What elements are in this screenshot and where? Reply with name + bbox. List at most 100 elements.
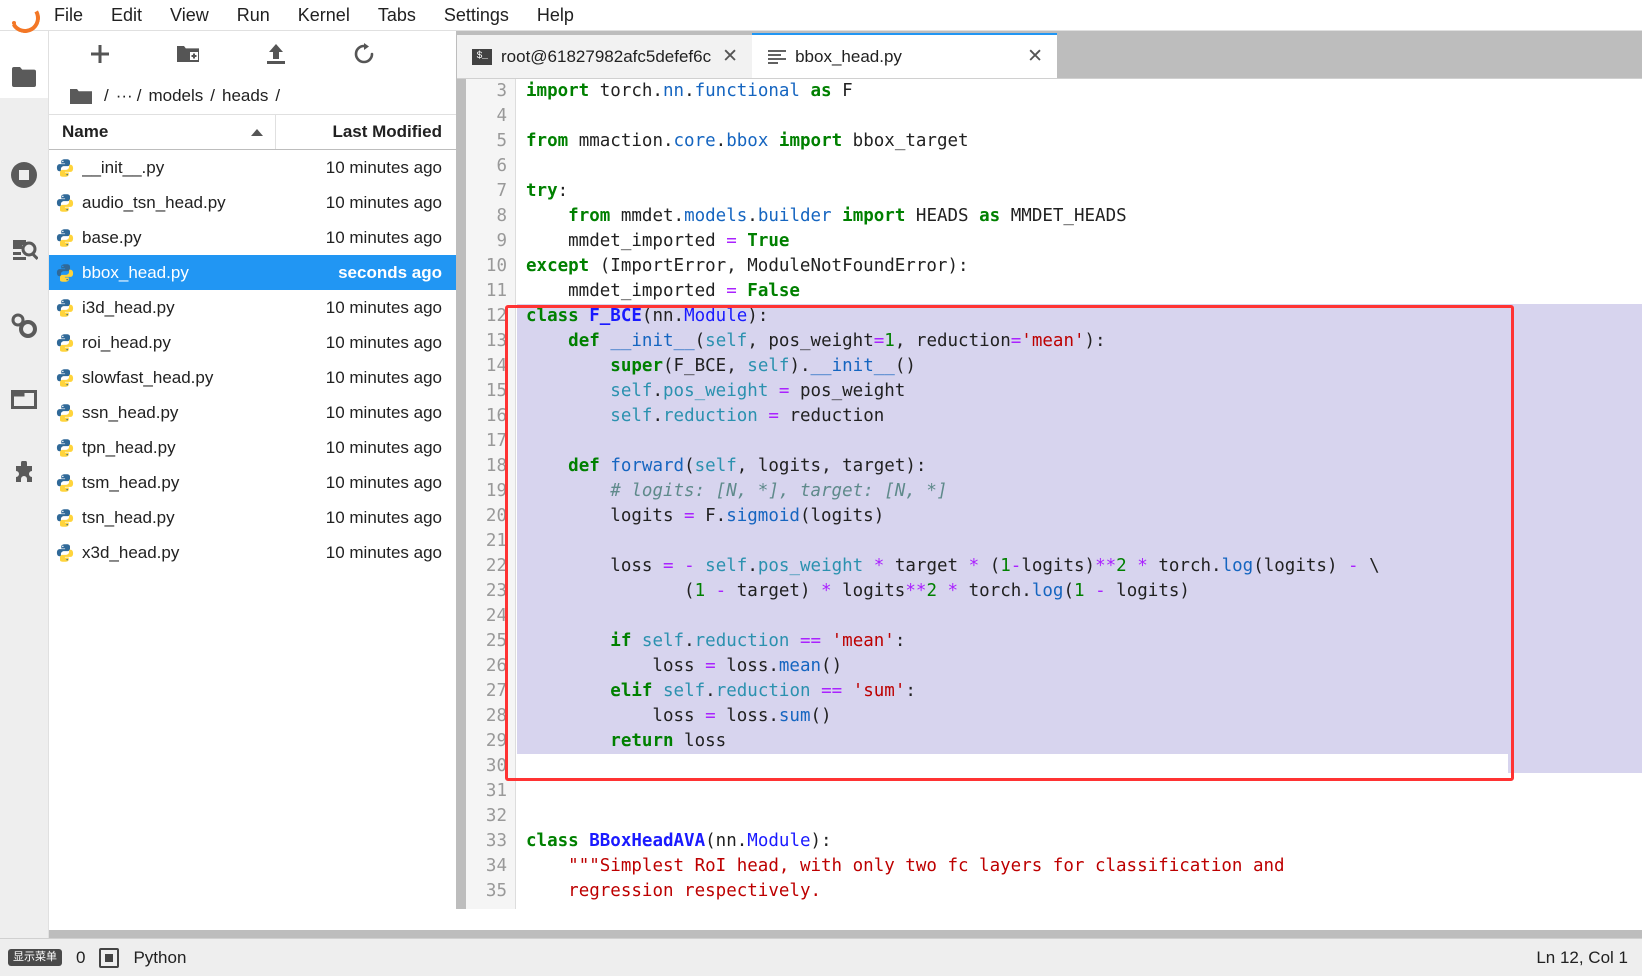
line-number: 11 xyxy=(485,281,507,301)
folder-icon[interactable] xyxy=(70,87,92,105)
file-row[interactable]: bbox_head.py seconds ago xyxy=(48,255,456,290)
file-row[interactable]: slowfast_head.py 10 minutes ago xyxy=(48,360,456,395)
jupyterlab-window: File Edit View Run Kernel Tabs Settings … xyxy=(0,0,1642,976)
code-line[interactable]: regression respectively. xyxy=(517,879,1642,904)
code-line[interactable]: self.reduction = reduction xyxy=(517,404,1642,429)
new-launcher-button[interactable] xyxy=(56,34,144,74)
code-line[interactable] xyxy=(517,529,1642,554)
file-row[interactable]: tpn_head.py 10 minutes ago xyxy=(48,430,456,465)
line-number: 19 xyxy=(485,481,507,501)
line-number: 31 xyxy=(485,781,507,801)
code-line[interactable]: super(F_BCE, self).__init__() xyxy=(517,354,1642,379)
file-row[interactable]: roi_head.py 10 minutes ago xyxy=(48,325,456,360)
file-row[interactable]: base.py 10 minutes ago xyxy=(48,220,456,255)
column-header-last-modified[interactable]: Last Modified xyxy=(276,122,456,142)
line-number: 29 xyxy=(485,731,507,751)
code-line[interactable]: loss = loss.mean() xyxy=(517,654,1642,679)
code-line[interactable]: (1 - target) * logits**2 * torch.log(1 -… xyxy=(517,579,1642,604)
refresh-button[interactable] xyxy=(320,34,408,74)
jupyter-logo-icon xyxy=(0,0,44,37)
menu-settings[interactable]: Settings xyxy=(430,1,523,29)
file-name: base.py xyxy=(82,227,142,247)
tab-bbox-head-py[interactable]: bbox_head.py ✕ xyxy=(752,33,1058,78)
editor-left-scrollbar[interactable] xyxy=(456,79,466,909)
code-line[interactable] xyxy=(517,104,1642,129)
kernel-chip-icon[interactable] xyxy=(99,947,120,968)
code-line[interactable] xyxy=(517,154,1642,179)
code-line[interactable]: class BBoxHeadAVA(nn.Module): xyxy=(517,829,1642,854)
code-line[interactable] xyxy=(517,429,1642,454)
code-line[interactable]: loss = loss.sum() xyxy=(517,704,1642,729)
kernel-name[interactable]: Python xyxy=(133,948,186,968)
code-line[interactable]: mmdet_imported = False xyxy=(517,279,1642,304)
code-content[interactable]: import torch.nn.functional as F from mmac… xyxy=(517,79,1642,909)
line-number: 8 xyxy=(496,206,507,226)
line-number: 35 xyxy=(485,881,507,901)
file-row[interactable]: ssn_head.py 10 minutes ago xyxy=(48,395,456,430)
code-line[interactable]: import torch.nn.functional as F xyxy=(517,79,1642,104)
file-row[interactable]: tsm_head.py 10 minutes ago xyxy=(48,465,456,500)
file-modified: 10 minutes ago xyxy=(325,472,442,492)
document-search-icon[interactable] xyxy=(0,226,48,276)
file-name: __init__.py xyxy=(82,157,165,177)
file-row[interactable]: i3d_head.py 10 minutes ago xyxy=(48,290,456,325)
file-browser-icon[interactable] xyxy=(0,52,48,102)
code-line[interactable] xyxy=(517,754,1642,779)
code-line[interactable]: def __init__(self, pos_weight=1, reducti… xyxy=(517,329,1642,354)
sort-ascending-icon xyxy=(251,128,263,136)
line-number: 34 xyxy=(485,856,507,876)
tab-terminal[interactable]: $_ root@61827982afc5defef6c ✕ xyxy=(456,35,753,78)
code-line[interactable]: return loss xyxy=(517,729,1642,754)
code-line[interactable]: if self.reduction == 'mean': xyxy=(517,629,1642,654)
open-tabs-icon[interactable] xyxy=(0,374,48,424)
file-row[interactable]: __init__.py 10 minutes ago xyxy=(48,150,456,185)
code-editor[interactable]: 3 4 5 6 7 8 9 10 11 12 13 14 15 16 17 18 19 20 21 22 23 24 25 2… xyxy=(456,78,1642,909)
code-line[interactable]: """Simplest RoI head, with only two fc l… xyxy=(517,854,1642,879)
code-line[interactable]: logits = F.sigmoid(logits) xyxy=(517,504,1642,529)
line-number: 15 xyxy=(485,381,507,401)
code-line[interactable]: elif self.reduction == 'sum': xyxy=(517,679,1642,704)
code-line[interactable] xyxy=(517,779,1642,804)
new-folder-button[interactable] xyxy=(144,34,232,74)
breadcrumb-heads[interactable]: heads xyxy=(218,86,272,106)
menu-tabs[interactable]: Tabs xyxy=(364,1,430,29)
file-row[interactable]: x3d_head.py 10 minutes ago xyxy=(48,535,456,570)
code-line[interactable]: loss = - self.pos_weight * target * (1-l… xyxy=(517,554,1642,579)
code-line[interactable] xyxy=(517,804,1642,829)
code-line[interactable]: except (ImportError, ModuleNotFoundError… xyxy=(517,254,1642,279)
menu-help[interactable]: Help xyxy=(523,1,588,29)
line-number: 6 xyxy=(496,156,507,176)
code-line[interactable]: # logits: [N, *], target: [N, *] xyxy=(517,479,1642,504)
extension-manager-icon[interactable] xyxy=(0,450,48,500)
file-list-header: Name Last Modified xyxy=(48,114,456,150)
menu-run[interactable]: Run xyxy=(223,1,284,29)
code-line[interactable]: try: xyxy=(517,179,1642,204)
breadcrumb-ellipsis[interactable]: ··· xyxy=(115,86,134,106)
code-line[interactable]: mmdet_imported = True xyxy=(517,229,1642,254)
menu-file[interactable]: File xyxy=(40,1,97,29)
cursor-position[interactable]: Ln 12, Col 1 xyxy=(1536,948,1642,968)
code-line[interactable]: from mmaction.core.bbox import bbox_targ… xyxy=(517,129,1642,154)
code-line[interactable] xyxy=(517,604,1642,629)
terminal-count[interactable]: 0 xyxy=(76,948,85,968)
upload-button[interactable] xyxy=(232,34,320,74)
tab-terminal-close-icon[interactable]: ✕ xyxy=(720,47,740,66)
file-row[interactable]: tsn_head.py 10 minutes ago xyxy=(48,500,456,535)
code-line[interactable]: from mmdet.models.builder import HEADS a… xyxy=(517,204,1642,229)
column-header-name[interactable]: Name xyxy=(48,115,276,149)
file-modified: 10 minutes ago xyxy=(325,402,442,422)
menu-kernel[interactable]: Kernel xyxy=(284,1,364,29)
settings-gears-icon[interactable] xyxy=(0,300,48,350)
running-terminals-icon[interactable] xyxy=(0,150,48,200)
ime-show-menu-badge[interactable]: 显示菜单 xyxy=(8,949,62,966)
breadcrumb-models[interactable]: models xyxy=(144,86,207,106)
code-line[interactable]: def forward(self, logits, target): xyxy=(517,454,1642,479)
breadcrumb-root[interactable]: / xyxy=(100,86,113,106)
terminal-icon: $_ xyxy=(472,48,492,65)
tab-bbox-head-py-close-icon[interactable]: ✕ xyxy=(1025,47,1045,66)
code-line[interactable]: class F_BCE(nn.Module): xyxy=(517,304,1642,329)
menu-edit[interactable]: Edit xyxy=(97,1,156,29)
code-line[interactable]: self.pos_weight = pos_weight xyxy=(517,379,1642,404)
file-row[interactable]: audio_tsn_head.py 10 minutes ago xyxy=(48,185,456,220)
menu-view[interactable]: View xyxy=(156,1,223,29)
